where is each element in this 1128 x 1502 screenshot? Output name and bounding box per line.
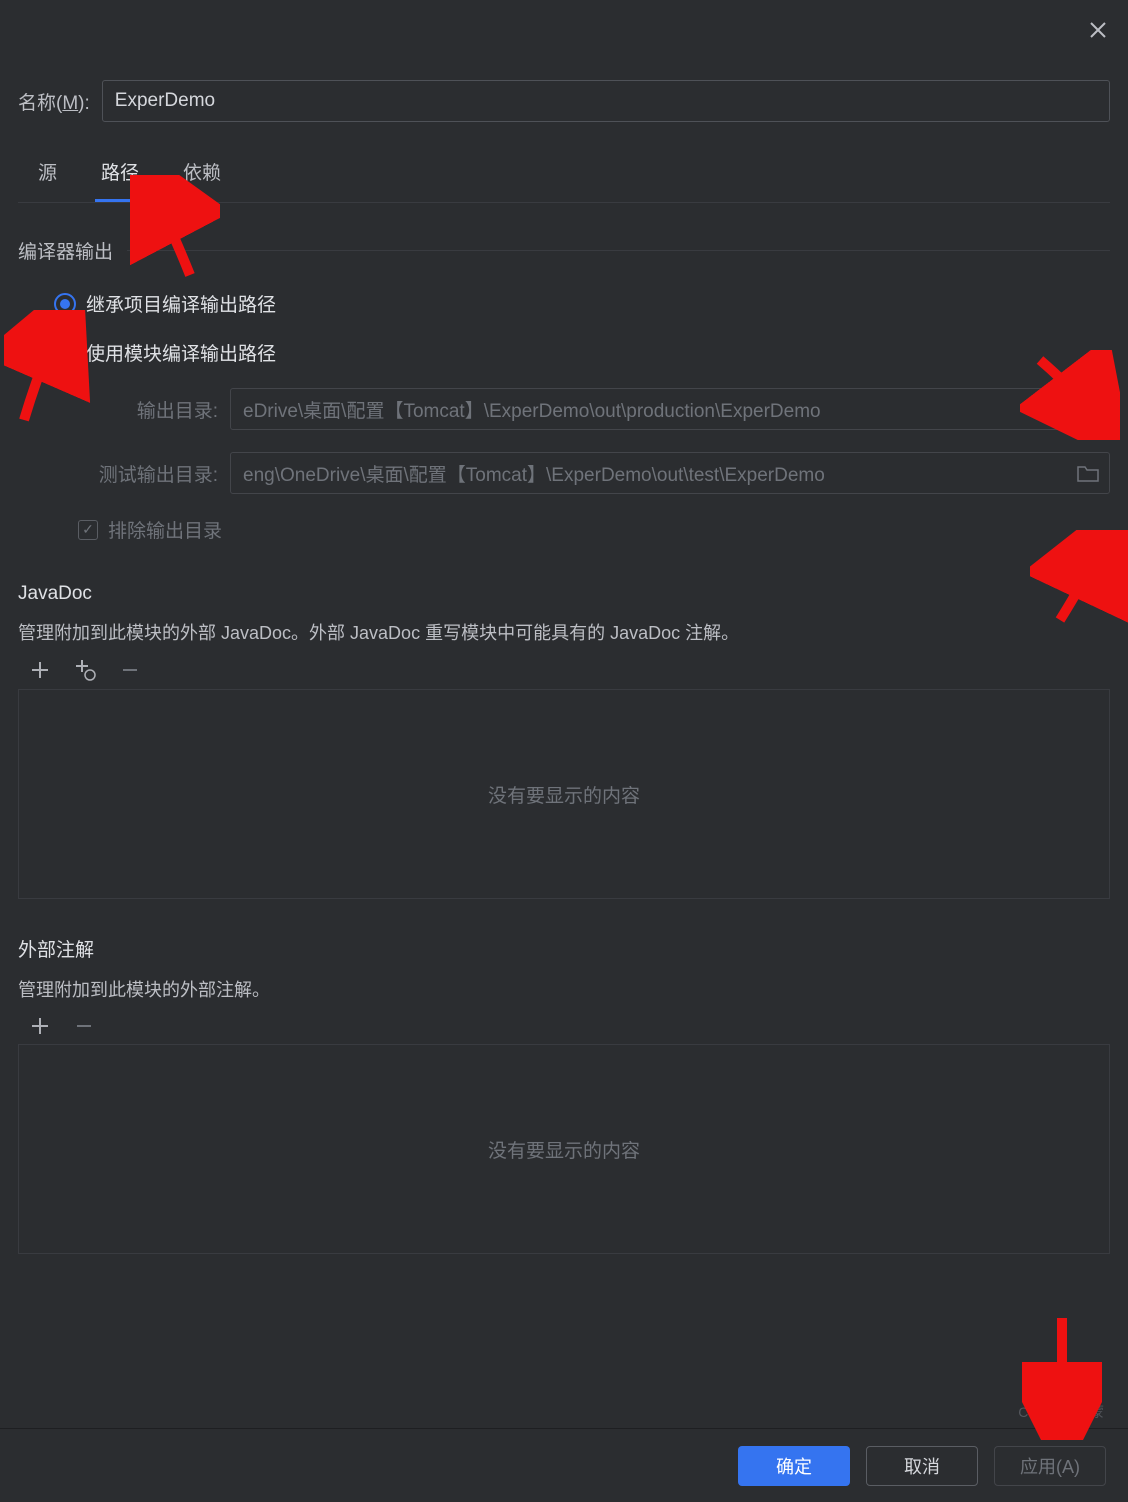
test-output-dir-label: 测试输出目录: [78,460,218,487]
name-input[interactable] [102,80,1110,122]
close-icon[interactable] [1086,18,1110,42]
javadoc-title: JavaDoc [18,583,1110,605]
radio-inherit-output[interactable]: 继承项目编译输出路径 [54,290,1110,317]
output-dir-label: 输出目录: [78,396,218,423]
radio-module-output[interactable]: 使用模块编译输出路径 [54,339,1110,366]
tab-bar: 源 路径 依赖 [18,158,1110,203]
exclude-output-checkbox[interactable]: ✓ 排除输出目录 [18,516,1110,543]
annotations-toolbar [18,1008,1110,1044]
annotations-list: 没有要显示的内容 [18,1044,1110,1254]
ok-button[interactable]: 确定 [738,1446,850,1486]
exclude-output-label: 排除输出目录 [108,516,222,543]
javadoc-empty-text: 没有要显示的内容 [488,781,640,808]
annotations-title: 外部注解 [18,935,1110,962]
checkbox-icon: ✓ [78,520,98,540]
annotations-desc: 管理附加到此模块的外部注解。 [18,976,1110,1002]
test-output-dir-input[interactable]: eng\OneDrive\桌面\配置【Tomcat】\ExperDemo\out… [230,452,1110,494]
radio-module-label: 使用模块编译输出路径 [86,339,276,366]
plus-globe-icon[interactable] [74,659,96,681]
test-output-dir-row: 测试输出目录: eng\OneDrive\桌面\配置【Tomcat】\Exper… [78,452,1110,494]
output-dir-row: 输出目录: eDrive\桌面\配置【Tomcat】\ExperDemo\out… [78,388,1110,430]
cancel-button[interactable]: 取消 [866,1446,978,1486]
tab-paths[interactable]: 路径 [95,158,145,202]
radio-icon [54,293,76,315]
annotations-empty-text: 没有要显示的内容 [488,1136,640,1163]
watermark: CSDN @鸿蒙 [1018,1402,1104,1422]
name-row: 名称(M): [18,80,1110,122]
dialog-footer: 确定 取消 应用(A) [0,1428,1128,1502]
radio-inherit-label: 继承项目编译输出路径 [86,290,276,317]
radio-icon [54,342,76,364]
plus-icon[interactable] [30,1016,50,1036]
name-label: 名称(M): [18,88,90,115]
compiler-output-title: 编译器输出 [18,237,1110,264]
javadoc-list: 没有要显示的内容 [18,689,1110,899]
plus-icon[interactable] [30,660,50,680]
tab-source[interactable]: 源 [32,158,63,202]
apply-button[interactable]: 应用(A) [994,1446,1106,1486]
minus-icon[interactable] [74,1016,94,1036]
folder-icon[interactable] [1077,464,1099,482]
tab-dependencies[interactable]: 依赖 [177,158,227,202]
folder-icon[interactable] [1077,400,1099,418]
javadoc-desc: 管理附加到此模块的外部 JavaDoc。外部 JavaDoc 重写模块中可能具有… [18,619,1110,645]
output-dir-input[interactable]: eDrive\桌面\配置【Tomcat】\ExperDemo\out\produ… [230,388,1110,430]
output-dir-value: eDrive\桌面\配置【Tomcat】\ExperDemo\out\produ… [243,396,821,423]
javadoc-toolbar [18,651,1110,689]
test-output-dir-value: eng\OneDrive\桌面\配置【Tomcat】\ExperDemo\out… [243,460,825,487]
minus-icon[interactable] [120,660,140,680]
